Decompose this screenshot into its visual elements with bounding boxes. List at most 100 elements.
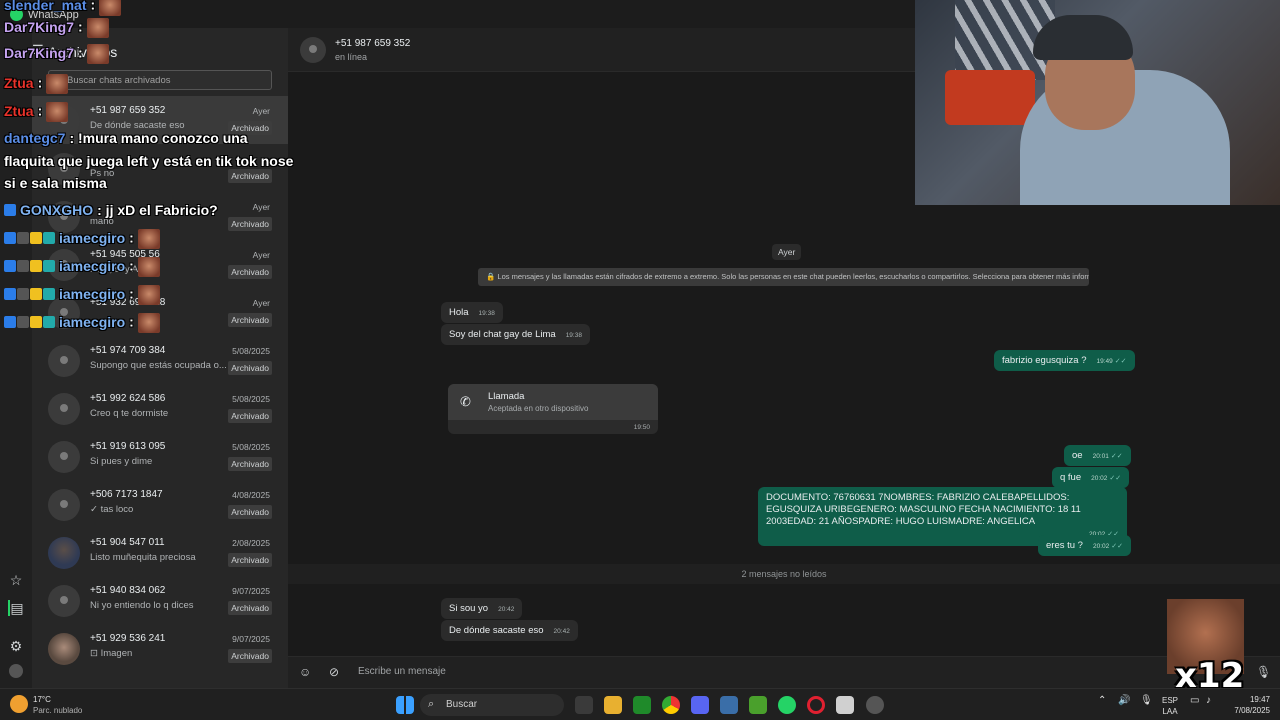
chat-date: Ayer [252,106,270,116]
message-outgoing[interactable]: oe 20:01 ✓✓ [1064,445,1131,466]
chat-name: +506 7173 1847 [90,489,163,500]
streamer-cap [1033,15,1133,60]
chat-preview: ⊡ Imagen [90,648,133,659]
chat-list-item[interactable]: +51 974 709 384 5/08/2025 Supongo que está… [32,336,288,384]
obs-icon[interactable] [866,696,884,714]
chat-list-item[interactable]: +506 7173 1847 4/08/2025 ✓ tas loco Archiva… [32,480,288,528]
webcam-overlay [915,0,1280,205]
chat-avatar [48,249,80,281]
message-outgoing[interactable]: fabrizio egusquiza ? 19:49 ✓✓ [994,350,1135,371]
chat-name: +51 987 659 352 [90,105,166,116]
chat-list-item[interactable]: +51 929 536 241 9/07/2025 ⊡ Imagen Archivad… [32,624,288,672]
chat-name: +51 904 547 011 [90,537,165,548]
contact-avatar[interactable] [300,37,326,63]
double-check-icon: ✓✓ [1111,543,1123,550]
call-card[interactable]: ✆ Llamada Aceptada en otro dispositivo 1… [448,384,658,434]
network-icon[interactable]: ▭ [1190,695,1199,706]
chat-date: 5/08/2025 [232,442,270,452]
chat-list-item[interactable]: +51 940 834 062 9/07/2025 Ni yo entiendo l… [32,576,288,624]
chat-preview: ✓ tas loco [90,504,134,515]
message-input[interactable]: Escribe un mensaje [358,666,446,677]
chat-avatar [48,393,80,425]
microphone-tray-icon[interactable]: 🎙 [1140,695,1153,706]
file-explorer-icon[interactable] [604,696,622,714]
taskbar-search[interactable]: ⌕ Buscar [420,694,564,716]
archived-badge: Archivado [228,505,272,519]
volume-icon[interactable]: 🔊 [1118,695,1130,706]
chat-list-item[interactable]: Ayer mano Archivado [32,192,288,240]
chat-avatar [48,633,80,665]
taskbar-search-label: Buscar [446,699,478,710]
windows-start-icon[interactable] [396,696,414,714]
task-view-icon[interactable] [575,696,593,714]
message-time: 19:49 [1096,358,1113,365]
chat-name: +51 945 505 56 [90,249,160,260]
chat-avatar [48,489,80,521]
message-text: DOCUMENTO: 76760631 7NOMBRES: FABRIZIO C… [766,492,1081,527]
message-text: Soy del chat gay de Lima [449,329,556,340]
message-time: 20:01 [1092,453,1109,460]
message-text: oe [1072,450,1083,461]
encryption-notice[interactable]: 🔒 Los mensajes y las llamadas están cifr… [478,268,1089,286]
chat-list-item[interactable]: +51 992 624 586 5/08/2025 Creo q te dormis… [32,384,288,432]
xbox-icon[interactable] [633,696,651,714]
archived-sidebar: ☰ Archivados ⌕ Buscar chats archivados +… [32,28,288,688]
weather-description[interactable]: Parc. nublado [33,706,82,715]
archive-icon[interactable]: ▤ [8,600,24,616]
discord-icon[interactable] [691,696,709,714]
message-text: Hola [449,307,469,318]
language-indicator[interactable]: ESP LAA [1162,695,1178,717]
chat-avatar [48,105,80,137]
chat-list-item[interactable]: +51 932 696 428 Ayer Archivado [32,288,288,336]
archived-badge: Archivado [228,361,272,375]
chat-list-item[interactable]: +51 904 547 011 2/08/2025 Listo muñequita … [32,528,288,576]
menu-icon[interactable]: ☰ [32,42,44,58]
chat-preview: Si pues y dime [90,456,153,467]
double-check-icon: ✓✓ [1109,475,1122,482]
chat-name: +51 940 834 062 [90,585,166,596]
archived-search-input[interactable]: ⌕ Buscar chats archivados [48,70,272,90]
weather-icon[interactable] [10,695,28,713]
message-incoming[interactable]: Soy del chat gay de Lima 19:38 [441,324,590,345]
message-incoming[interactable]: De dónde sacaste eso 20:42 [441,620,578,641]
star-icon[interactable]: ☆ [8,572,24,588]
message-time: 20:42 [553,628,570,635]
minecraft-icon[interactable] [749,696,767,714]
app-icon[interactable] [836,696,854,714]
chat-avatar [48,345,80,377]
profile-avatar[interactable] [9,664,23,678]
gear-icon[interactable]: ⚙ [8,638,24,654]
message-time: 20:42 [498,606,515,613]
emoji-icon[interactable]: ☺ [299,665,311,679]
chrome-icon[interactable] [662,696,680,714]
chat-preview: Creo q te dormiste [90,408,169,419]
message-time: 19:38 [478,310,495,317]
speaker-icon[interactable]: ♪ [1206,695,1211,706]
message-incoming[interactable]: Si sou yo 20:42 [441,598,523,619]
message-outgoing[interactable]: eres tu ? 20:02 ✓✓ [1038,535,1131,556]
attach-icon[interactable]: ⊘ [329,665,339,679]
chat-list-item[interactable]: Ps no Archivado [32,144,288,192]
chevron-up-icon[interactable]: ⌃ [1098,695,1106,706]
chat-list-item[interactable]: +51 919 613 095 5/08/2025 Si pues y dime Ar… [32,432,288,480]
call-card-header [448,384,658,420]
microphone-icon[interactable]: 🎙 [1256,665,1271,679]
message-text: De dónde sacaste eso [449,625,544,636]
search-icon: ⌕ [428,698,435,710]
message-outgoing[interactable]: q fue 20:02 ✓✓ [1052,467,1130,488]
opera-icon[interactable] [807,696,825,714]
chat-avatar [48,297,80,329]
taskbar-clock[interactable]: 19:47 7/08/2025 [1222,694,1270,716]
store-icon[interactable] [720,696,738,714]
call-title: Llamada [488,391,525,402]
chat-list-item[interactable]: +51 987 659 352 Ayer De dónde sacaste eso A… [32,96,288,144]
message-incoming[interactable]: Hola 19:38 [441,302,503,323]
chat-avatar [48,201,80,233]
archived-title: Archivados [48,44,118,60]
weather-temperature[interactable]: 17°C [33,695,51,704]
left-rail: ☆ ▤ ⚙ [0,28,32,688]
chat-preview: Supongo que estás ocupada o... [90,360,227,371]
message-text: q fue [1060,472,1082,483]
whatsapp-taskbar-icon[interactable] [778,696,796,714]
chat-list-item[interactable]: +51 945 505 56 Ayer Hola, soy Aldo Archivad… [32,240,288,288]
